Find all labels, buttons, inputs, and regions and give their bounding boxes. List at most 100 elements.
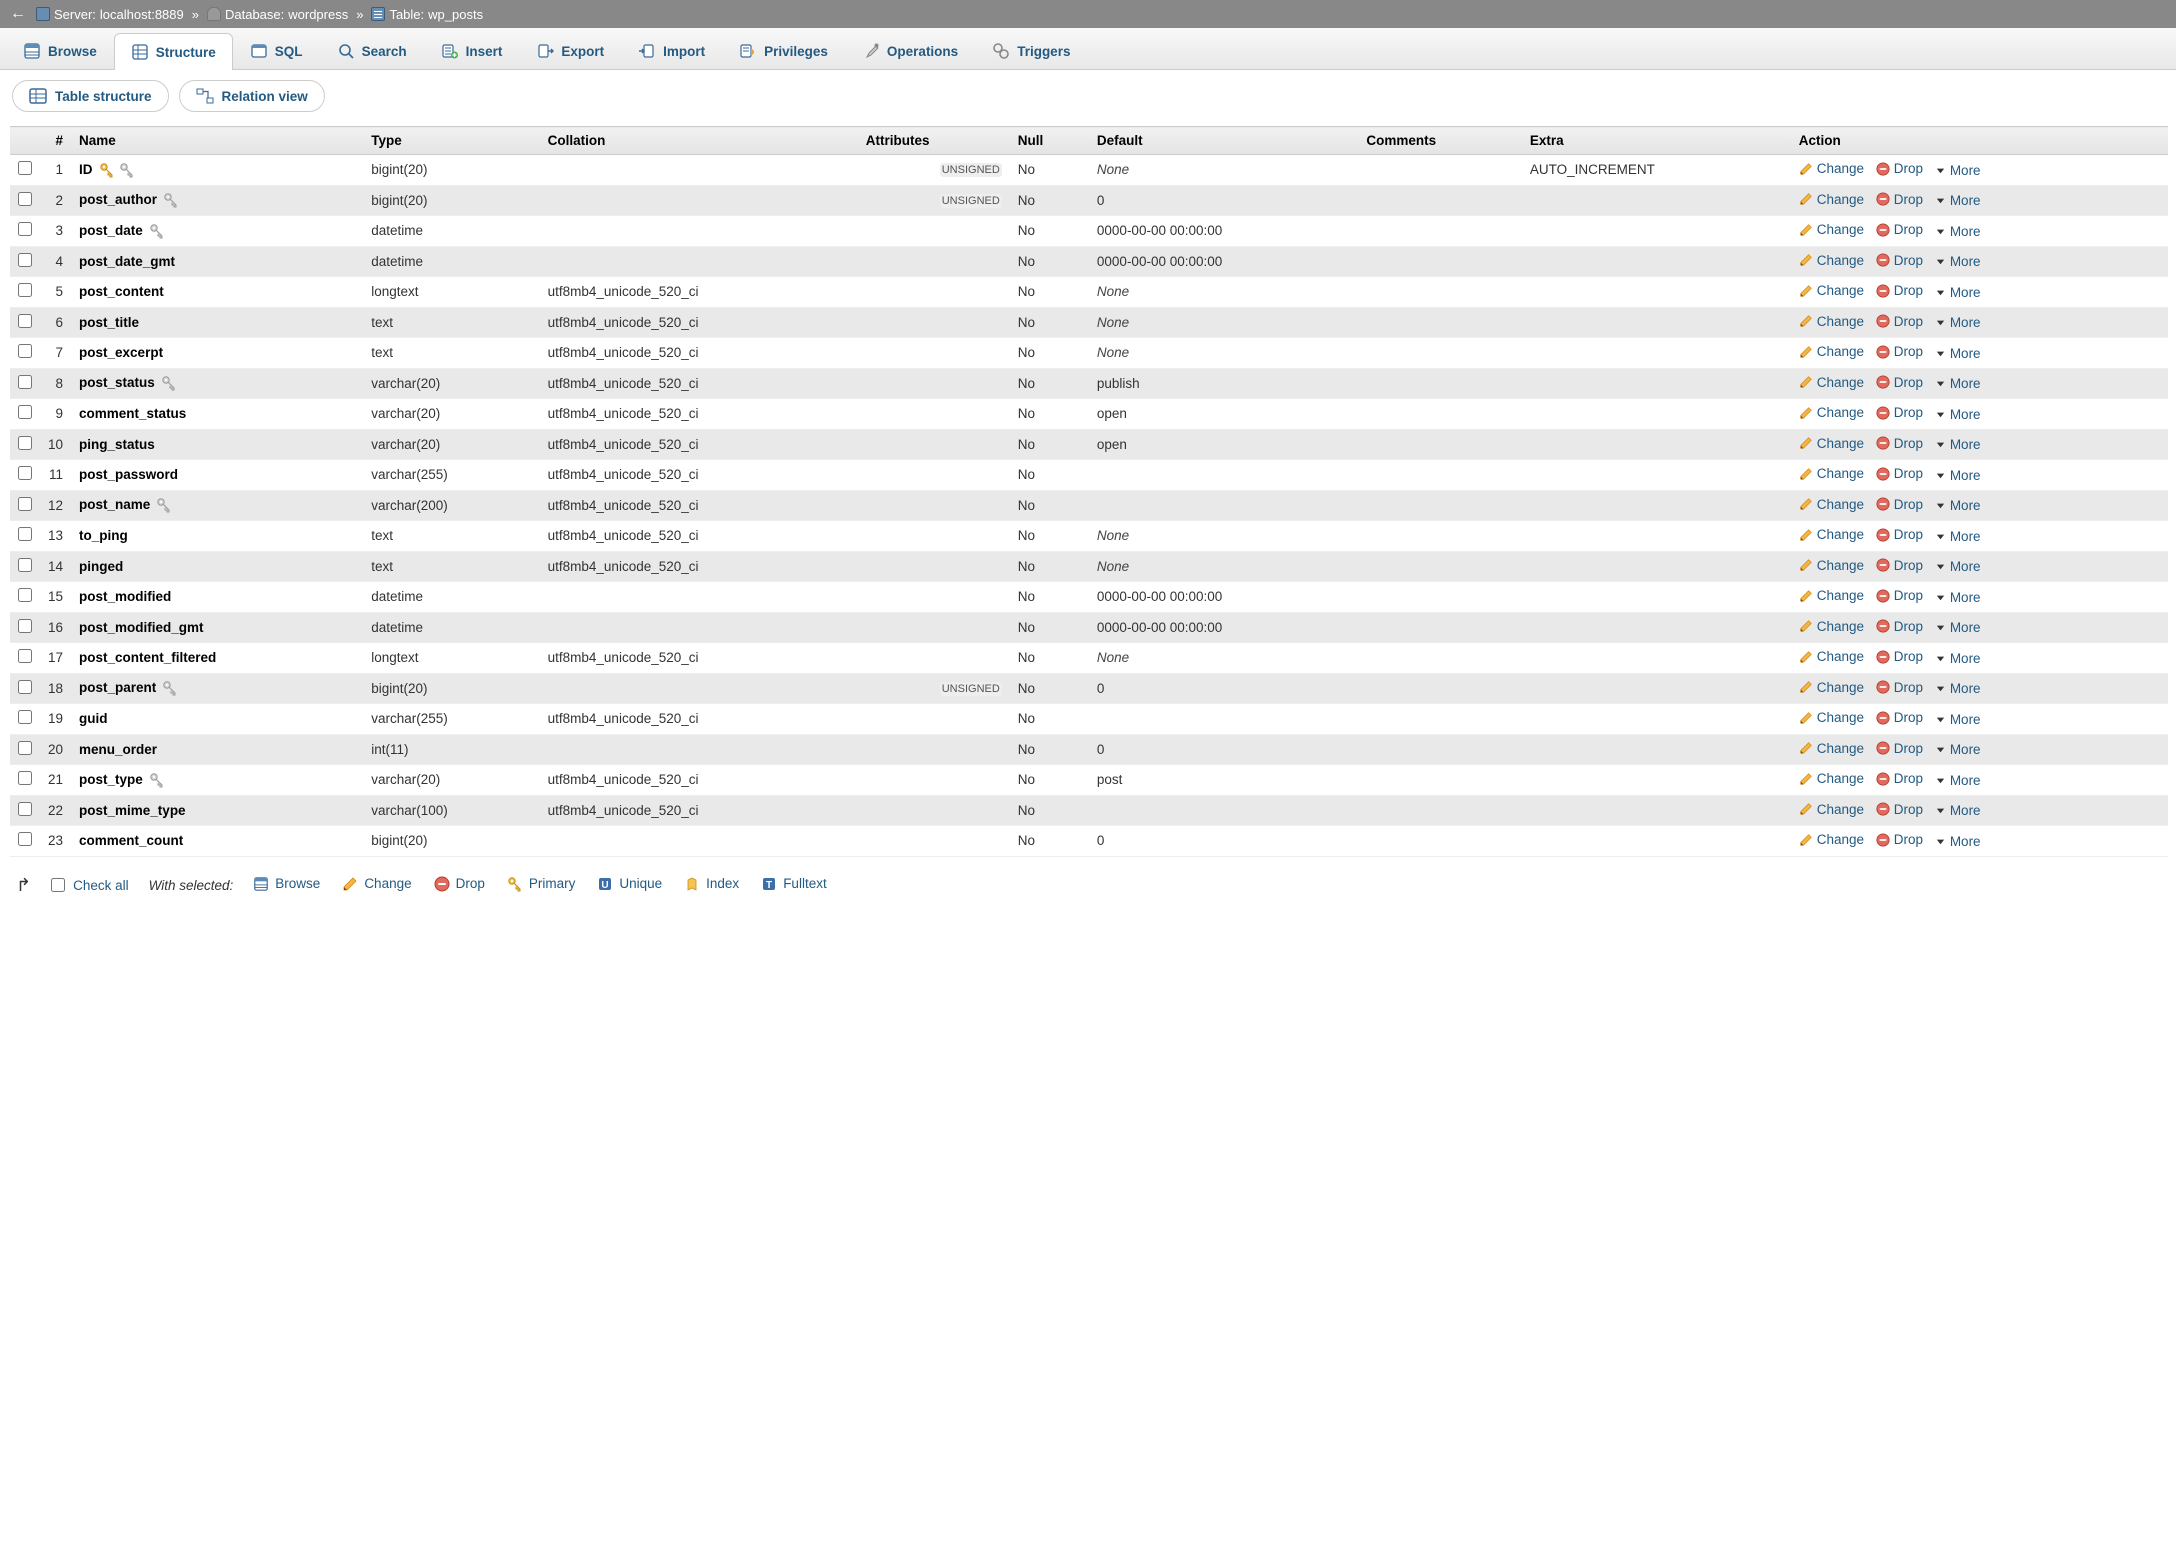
footer-drop-button[interactable]: Drop (434, 876, 485, 892)
row-checkbox[interactable] (18, 619, 32, 633)
change-button[interactable]: Change (1799, 405, 1864, 420)
drop-button[interactable]: Drop (1876, 436, 1923, 451)
drop-button[interactable]: Drop (1876, 253, 1923, 268)
change-button[interactable]: Change (1799, 527, 1864, 542)
tab-browse[interactable]: Browse (6, 32, 114, 69)
check-all-link[interactable]: Check all (73, 878, 129, 893)
change-button[interactable]: Change (1799, 192, 1864, 207)
footer-fulltext-button[interactable]: Fulltext (761, 876, 827, 892)
more-button[interactable]: More (1935, 712, 1981, 727)
more-button[interactable]: More (1935, 651, 1981, 666)
row-checkbox[interactable] (18, 558, 32, 572)
more-button[interactable]: More (1935, 590, 1981, 605)
footer-primary-button[interactable]: Primary (507, 876, 576, 892)
check-all-checkbox[interactable] (51, 878, 65, 892)
change-button[interactable]: Change (1799, 649, 1864, 664)
tab-operations[interactable]: Operations (845, 32, 975, 69)
change-button[interactable]: Change (1799, 771, 1864, 786)
drop-button[interactable]: Drop (1876, 588, 1923, 603)
more-button[interactable]: More (1935, 407, 1981, 422)
row-checkbox[interactable] (18, 253, 32, 267)
tab-sql[interactable]: SQL (233, 32, 320, 69)
drop-button[interactable]: Drop (1876, 466, 1923, 481)
breadcrumb-database[interactable]: Database: wordpress (207, 7, 348, 22)
row-checkbox[interactable] (18, 375, 32, 389)
change-button[interactable]: Change (1799, 283, 1864, 298)
more-button[interactable]: More (1935, 803, 1981, 818)
row-checkbox[interactable] (18, 741, 32, 755)
breadcrumb-table[interactable]: Table: wp_posts (371, 7, 483, 22)
change-button[interactable]: Change (1799, 680, 1864, 695)
subtab-relation-view[interactable]: Relation view (179, 80, 325, 112)
tab-privileges[interactable]: Privileges (722, 32, 845, 69)
more-button[interactable]: More (1935, 163, 1981, 178)
change-button[interactable]: Change (1799, 497, 1864, 512)
change-button[interactable]: Change (1799, 588, 1864, 603)
breadcrumb-table-link[interactable]: wp_posts (428, 7, 483, 22)
more-button[interactable]: More (1935, 529, 1981, 544)
drop-button[interactable]: Drop (1876, 497, 1923, 512)
drop-button[interactable]: Drop (1876, 802, 1923, 817)
change-button[interactable]: Change (1799, 466, 1864, 481)
row-checkbox[interactable] (18, 405, 32, 419)
row-checkbox[interactable] (18, 161, 32, 175)
drop-button[interactable]: Drop (1876, 527, 1923, 542)
row-checkbox[interactable] (18, 283, 32, 297)
drop-button[interactable]: Drop (1876, 741, 1923, 756)
more-button[interactable]: More (1935, 376, 1981, 391)
breadcrumb-server[interactable]: Server: localhost:8889 (36, 7, 184, 22)
tab-search[interactable]: Search (320, 32, 424, 69)
more-button[interactable]: More (1935, 193, 1981, 208)
drop-button[interactable]: Drop (1876, 619, 1923, 634)
drop-button[interactable]: Drop (1876, 832, 1923, 847)
more-button[interactable]: More (1935, 346, 1981, 361)
drop-button[interactable]: Drop (1876, 558, 1923, 573)
change-button[interactable]: Change (1799, 253, 1864, 268)
row-checkbox[interactable] (18, 466, 32, 480)
drop-button[interactable]: Drop (1876, 680, 1923, 695)
change-button[interactable]: Change (1799, 161, 1864, 176)
row-checkbox[interactable] (18, 192, 32, 206)
more-button[interactable]: More (1935, 742, 1981, 757)
drop-button[interactable]: Drop (1876, 283, 1923, 298)
row-checkbox[interactable] (18, 832, 32, 846)
change-button[interactable]: Change (1799, 314, 1864, 329)
back-arrow-icon[interactable]: ← (6, 5, 30, 23)
breadcrumb-database-link[interactable]: wordpress (288, 7, 348, 22)
change-button[interactable]: Change (1799, 741, 1864, 756)
row-checkbox[interactable] (18, 588, 32, 602)
drop-button[interactable]: Drop (1876, 161, 1923, 176)
footer-browse-button[interactable]: Browse (253, 876, 320, 892)
drop-button[interactable]: Drop (1876, 771, 1923, 786)
tab-import[interactable]: Import (621, 32, 722, 69)
change-button[interactable]: Change (1799, 802, 1864, 817)
more-button[interactable]: More (1935, 620, 1981, 635)
drop-button[interactable]: Drop (1876, 314, 1923, 329)
tab-export[interactable]: Export (519, 32, 621, 69)
change-button[interactable]: Change (1799, 222, 1864, 237)
change-button[interactable]: Change (1799, 832, 1864, 847)
drop-button[interactable]: Drop (1876, 344, 1923, 359)
drop-button[interactable]: Drop (1876, 192, 1923, 207)
drop-button[interactable]: Drop (1876, 649, 1923, 664)
more-button[interactable]: More (1935, 834, 1981, 849)
change-button[interactable]: Change (1799, 436, 1864, 451)
row-checkbox[interactable] (18, 314, 32, 328)
tab-triggers[interactable]: Triggers (975, 32, 1087, 69)
row-checkbox[interactable] (18, 527, 32, 541)
subtab-table-structure[interactable]: Table structure (12, 80, 169, 112)
row-checkbox[interactable] (18, 710, 32, 724)
row-checkbox[interactable] (18, 344, 32, 358)
more-button[interactable]: More (1935, 559, 1981, 574)
breadcrumb-server-link[interactable]: localhost:8889 (100, 7, 184, 22)
footer-change-button[interactable]: Change (342, 876, 411, 892)
change-button[interactable]: Change (1799, 558, 1864, 573)
row-checkbox[interactable] (18, 649, 32, 663)
change-button[interactable]: Change (1799, 344, 1864, 359)
tab-structure[interactable]: Structure (114, 33, 233, 70)
more-button[interactable]: More (1935, 498, 1981, 513)
change-button[interactable]: Change (1799, 375, 1864, 390)
row-checkbox[interactable] (18, 802, 32, 816)
row-checkbox[interactable] (18, 222, 32, 236)
more-button[interactable]: More (1935, 285, 1981, 300)
